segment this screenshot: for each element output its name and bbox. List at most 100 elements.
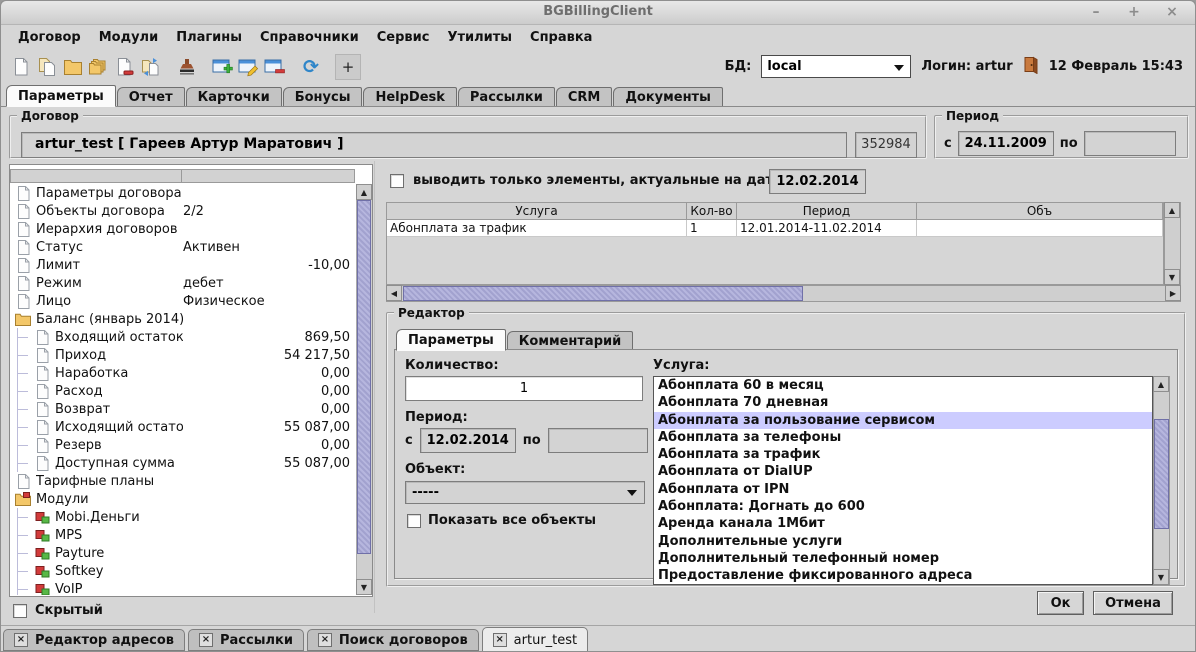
tab-close-icon[interactable]: × [199,633,213,647]
filter-date-field[interactable]: 12.02.2014 [769,169,866,194]
tree-item[interactable]: MPS [11,526,355,544]
window-tab-Редактор адресов[interactable]: ×Редактор адресов [3,629,185,651]
tab-HelpDesk[interactable]: HelpDesk [363,87,456,106]
stamp-icon[interactable] [175,55,199,79]
period-to-field[interactable] [1084,131,1176,156]
tree-item[interactable]: Параметры договора [11,184,355,202]
tree-item[interactable]: Доступная сумма55 087,00 [11,454,355,472]
scroll-up-icon[interactable]: ▲ [356,184,372,200]
add-tab-button[interactable]: + [335,54,361,80]
period-from-field[interactable]: 24.11.2009 [958,131,1054,156]
menu-item-2[interactable]: Модули [90,28,167,47]
table-column-header[interactable]: Услуга [387,203,687,220]
scrollbar-thumb[interactable] [357,200,371,554]
minimize-button[interactable]: – [1087,3,1105,21]
tree-item[interactable]: Mobi.Деньги [11,508,355,526]
open-folder-icon[interactable] [61,55,85,79]
editor-tab-Параметры[interactable]: Параметры [396,329,506,351]
window-tab-Поиск договоров[interactable]: ×Поиск договоров [307,629,479,651]
tab-close-icon[interactable]: × [493,633,507,647]
refresh-icon[interactable]: ⟳ [299,55,323,79]
tree-item[interactable]: Иерархия договоров [11,220,355,238]
remove-document-icon[interactable] [113,55,137,79]
tab-close-icon[interactable]: × [14,633,28,647]
scroll-up-icon[interactable]: ▲ [1164,202,1180,218]
editor-tab-Комментарий[interactable]: Комментарий [507,331,633,350]
tree-item[interactable]: Баланс (январь 2014) [11,310,355,328]
service-list-item[interactable]: Дополнительные услуги [654,533,1152,550]
scroll-down-icon[interactable]: ▼ [1164,269,1180,285]
table-row[interactable]: Абонплата за трафик112.01.2014-11.02.201… [387,220,1163,237]
copy-document-icon[interactable] [35,55,59,79]
tree-item[interactable]: ЛицоФизическое [11,292,355,310]
service-list-item[interactable]: Абонплата 60 в месяц [654,377,1152,394]
list-vertical-scrollbar[interactable]: ▲ ▼ [1153,376,1170,585]
maximize-button[interactable]: + [1125,3,1143,21]
tab-Документы[interactable]: Документы [613,87,723,106]
tree-item[interactable]: СтатусАктивен [11,238,355,256]
tab-Карточки[interactable]: Карточки [186,87,282,106]
tree-item[interactable]: Тарифные планы [11,472,355,490]
tab-CRM[interactable]: CRM [556,87,613,106]
panel-splitter[interactable] [374,161,380,613]
contract-name-field[interactable]: artur_test [ Гареев Артур Маратович ] [21,132,847,158]
service-list-item[interactable]: Абонплата за трафик [654,446,1152,463]
tree-item[interactable]: Модули [11,490,355,508]
tree-item[interactable]: Резерв0,00 [11,436,355,454]
ok-button[interactable]: Ок [1037,591,1084,615]
service-list-item[interactable]: Предоставление фиксированного адреса [654,567,1152,584]
menu-item-7[interactable]: Справка [521,28,601,47]
show-all-objects-checkbox[interactable] [407,514,421,528]
window-edit-icon[interactable] [237,55,261,79]
service-list-item[interactable]: Абонплата: Догнать до 600 [654,498,1152,515]
tree-vertical-scrollbar[interactable]: ▲ ▼ [356,184,372,595]
close-button[interactable]: × [1163,3,1181,21]
tree-item[interactable]: Режимдебет [11,274,355,292]
menu-item-5[interactable]: Сервис [368,28,439,47]
menu-item-3[interactable]: Плагины [167,28,251,47]
scroll-right-icon[interactable]: ▶ [1165,285,1181,301]
service-list-item[interactable]: Абонплата за пользование сервисом [654,412,1152,429]
hidden-checkbox[interactable] [13,604,27,618]
tree-item[interactable]: VoIP [11,580,355,595]
tab-close-icon[interactable]: × [318,633,332,647]
logout-door-icon[interactable] [1023,55,1039,78]
scrollbar-thumb[interactable] [1154,419,1169,529]
sync-documents-icon[interactable] [139,55,163,79]
scroll-up-icon[interactable]: ▲ [1153,376,1169,392]
table-column-header[interactable]: Объ [917,203,1163,220]
service-list-item[interactable]: Абонплата 70 дневная [654,394,1152,411]
window-remove-icon[interactable] [263,55,287,79]
editor-from-field[interactable]: 12.02.2014 [420,428,516,453]
table-column-header[interactable]: Период [737,203,917,220]
window-tab-artur_test[interactable]: ×artur_test [482,627,588,652]
folders-icon[interactable] [87,55,111,79]
tree-item[interactable]: Payture [11,544,355,562]
menu-item-1[interactable]: Договор [9,28,90,47]
cancel-button[interactable]: Отмена [1093,591,1173,615]
menu-item-4[interactable]: Справочники [251,28,368,47]
tree-item[interactable]: Возврат0,00 [11,400,355,418]
quantity-input[interactable]: 1 [405,376,643,401]
scroll-down-icon[interactable]: ▼ [1153,569,1169,585]
service-list-item[interactable]: Абонплата за телефоны [654,429,1152,446]
tree-item[interactable]: Лимит-10,00 [11,256,355,274]
tab-Отчет[interactable]: Отчет [117,87,185,106]
window-add-icon[interactable] [211,55,235,79]
tab-Рассылки[interactable]: Рассылки [458,87,555,106]
new-document-icon[interactable] [9,55,33,79]
db-select[interactable]: local [761,55,911,78]
tree-item[interactable]: Объекты договора2/2 [11,202,355,220]
tab-Параметры[interactable]: Параметры [6,85,116,107]
tree-item[interactable]: Исходящий остаток55 087,00 [11,418,355,436]
tab-Бонусы[interactable]: Бонусы [283,87,363,106]
tree-item[interactable]: Входящий остаток869,50 [11,328,355,346]
tree-item[interactable]: Softkey [11,562,355,580]
tree-column-header[interactable] [181,169,355,183]
service-list-item[interactable]: Аренда канала 1Мбит [654,515,1152,532]
tree-item[interactable]: Наработка0,00 [11,364,355,382]
menu-item-6[interactable]: Утилиты [438,28,521,47]
table-column-header[interactable]: Кол-во [687,203,737,220]
scroll-left-icon[interactable]: ◀ [386,285,402,301]
object-select[interactable]: ----- [405,481,645,504]
